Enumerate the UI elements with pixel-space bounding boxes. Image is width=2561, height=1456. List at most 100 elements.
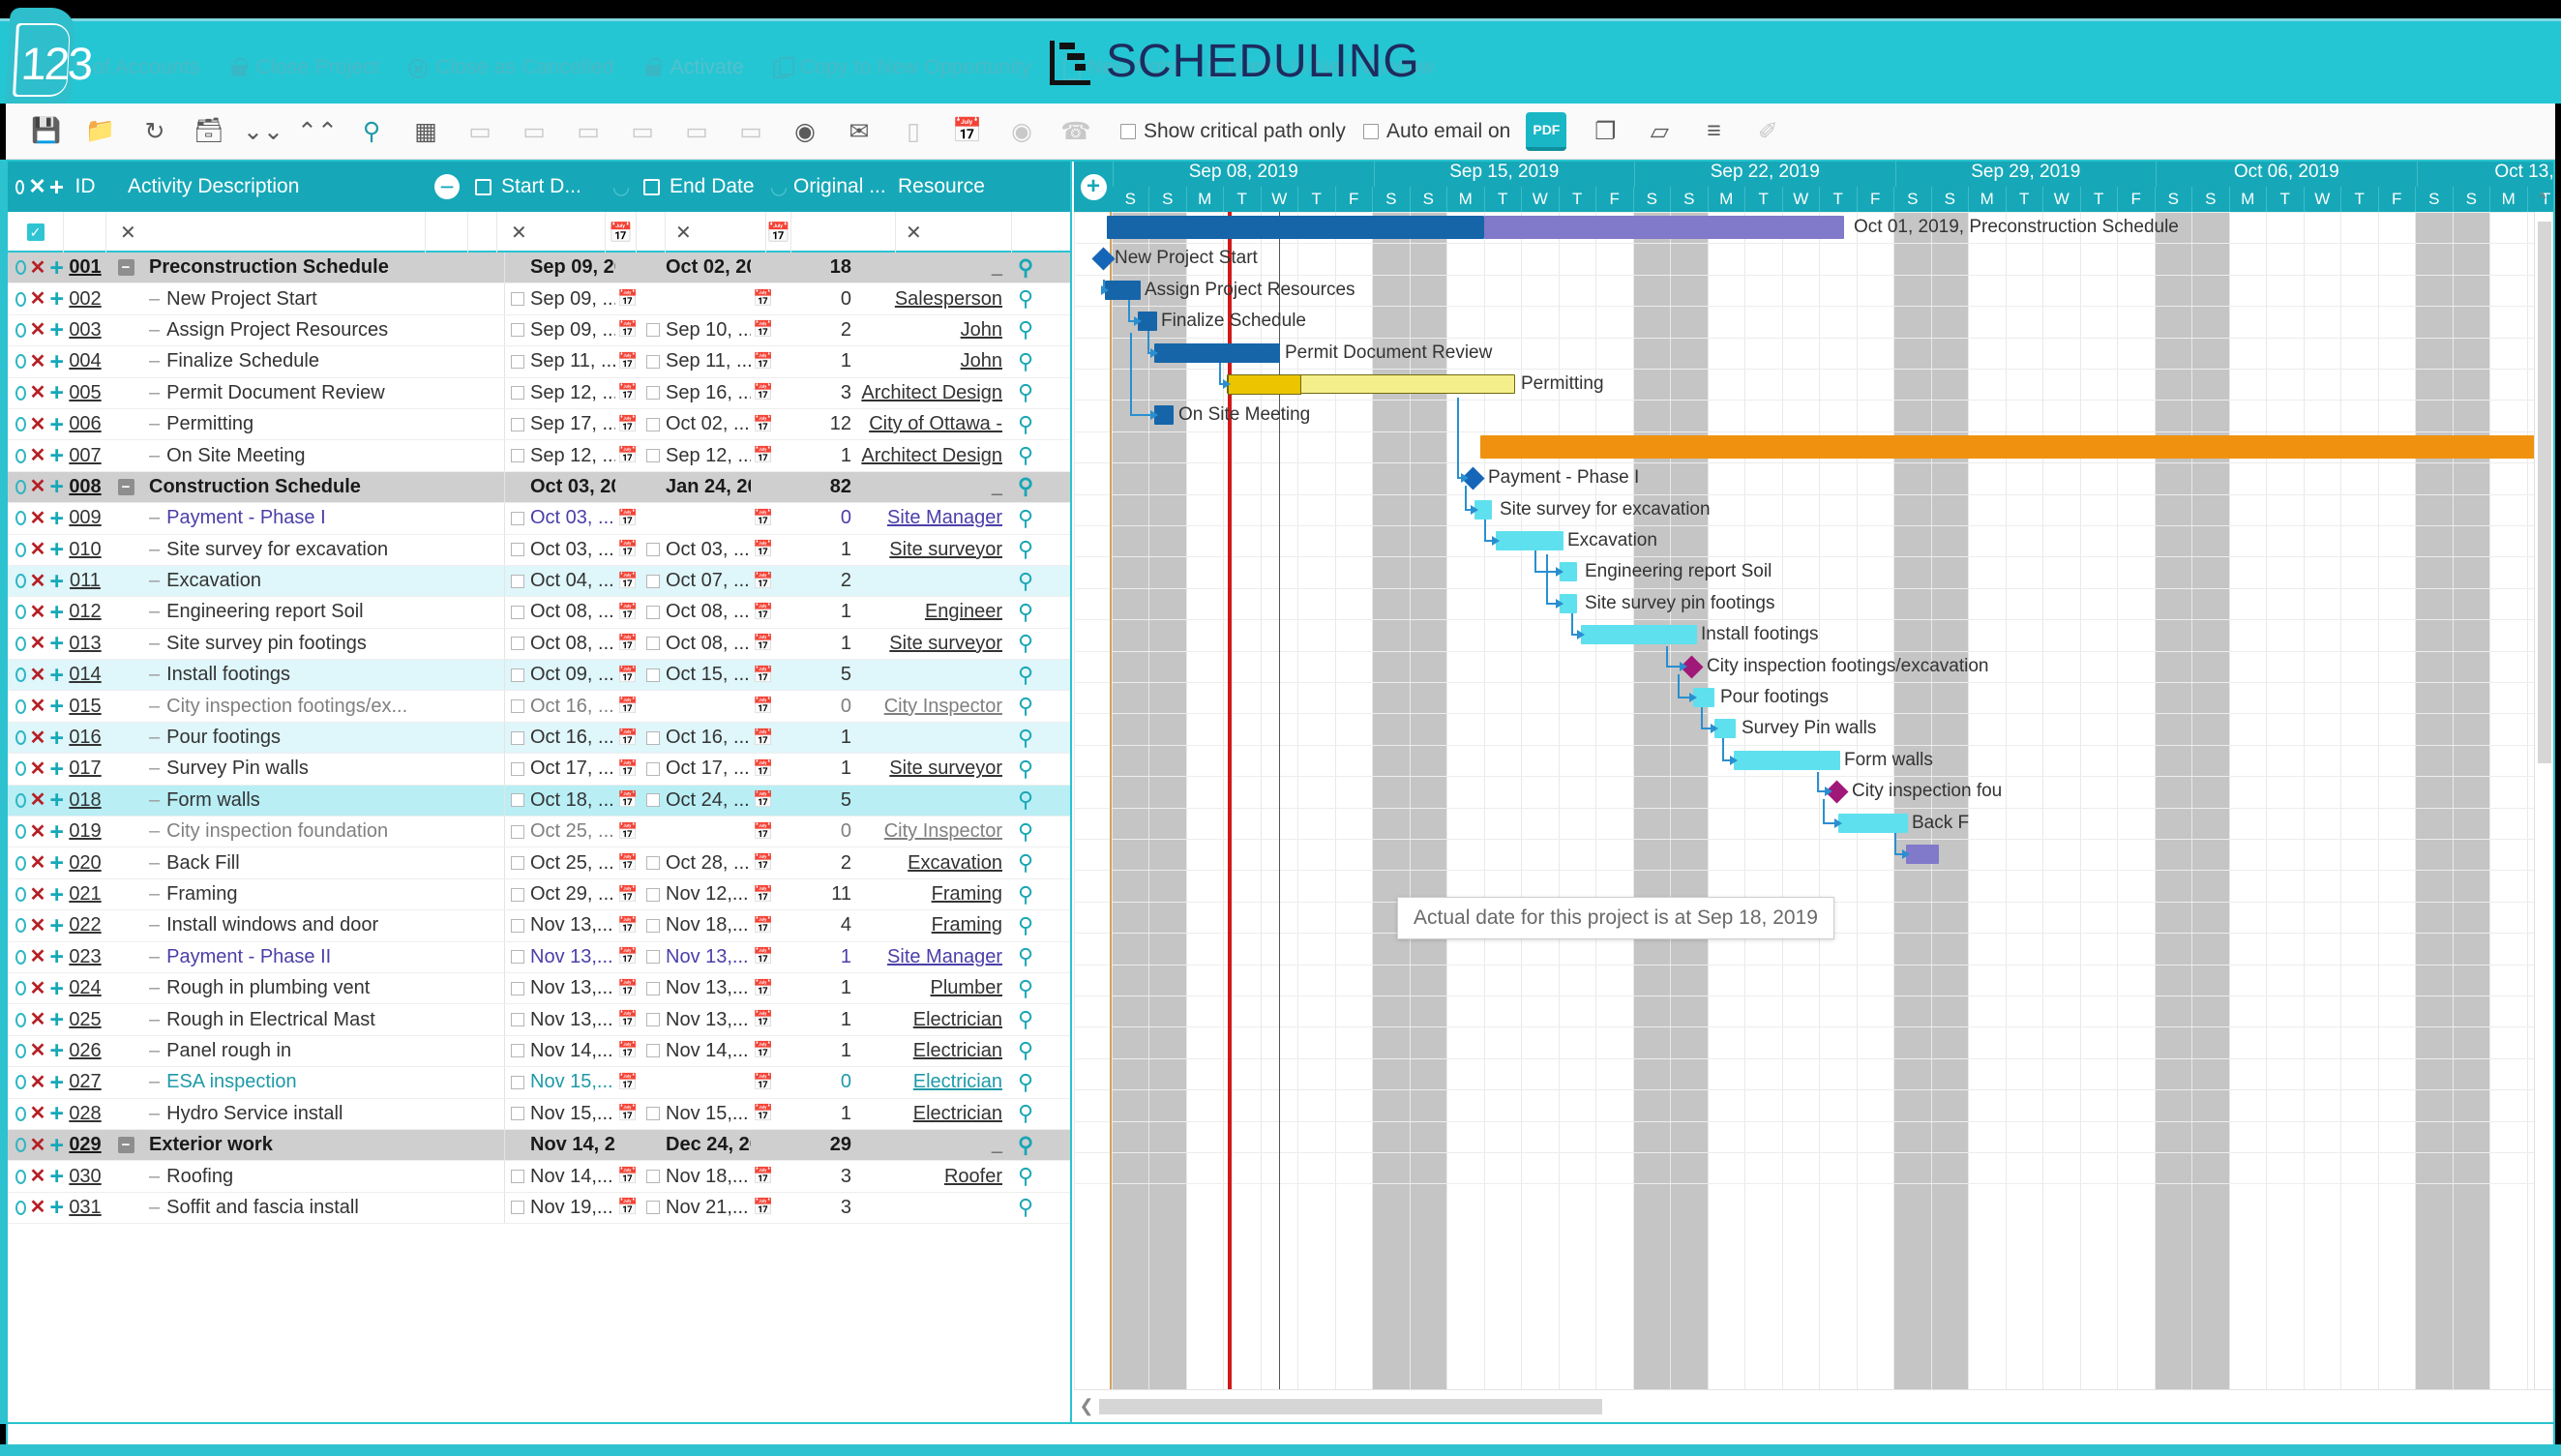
row-start-date[interactable]: Nov 13,... (530, 946, 615, 968)
row-start-date[interactable]: Oct 09, ... (530, 664, 615, 686)
table-row[interactable]: ✕ +030– Roofing Nov 14,... 📅 Nov 18,... 📅 3 Roof… (8, 1161, 1070, 1193)
row-end-checkbox[interactable] (640, 637, 666, 651)
row-end-checkbox[interactable] (640, 1107, 666, 1121)
row-delete-icon[interactable]: ✕ (30, 509, 46, 528)
row-end-date[interactable]: Oct 07, ... (666, 570, 751, 592)
row-resource[interactable]: City Inspector (861, 820, 1006, 843)
row-delete-icon[interactable]: ✕ (30, 477, 46, 496)
table-row[interactable]: ✕ +006– Permitting Sep 17, ... 📅 Oct 02, ... 📅… (8, 408, 1070, 441)
end-calendar-icon[interactable]: 📅 (751, 1010, 776, 1029)
row-id[interactable]: 014 (64, 664, 106, 686)
row-add-icon[interactable]: + (49, 600, 64, 624)
row-search-icon[interactable]: ⚲ (1006, 537, 1045, 562)
gantt-task-bar[interactable] (1734, 750, 1840, 770)
row-description[interactable]: – Framing (145, 883, 426, 906)
row-start-checkbox[interactable] (505, 417, 530, 431)
row-status-circle-icon[interactable] (15, 1075, 26, 1090)
row-start-checkbox[interactable] (505, 386, 530, 401)
table-row[interactable]: ✕ +004– Finalize Schedule Sep 11, ... 📅 Sep 1… (8, 346, 1070, 378)
row-delete-icon[interactable]: ✕ (30, 666, 46, 685)
start-calendar-icon[interactable]: 📅 (615, 1167, 640, 1186)
row-id[interactable]: 021 (64, 883, 106, 906)
row-end-date[interactable]: Nov 13,... (666, 977, 751, 999)
table-row[interactable]: ✕ +023– Payment - Phase II Nov 13,... 📅 Nov 1… (8, 941, 1070, 973)
align-icon[interactable]: ≡ (1686, 110, 1741, 153)
row-resource[interactable]: Electrician (861, 1103, 1006, 1125)
table-row[interactable]: ✕ +016– Pour footings Oct 16, ... 📅 Oct 16, .… (8, 722, 1070, 755)
row-delete-icon[interactable]: ✕ (30, 572, 46, 591)
row-add-icon[interactable]: + (49, 851, 64, 876)
row-duration[interactable]: 12 (776, 413, 861, 435)
row-resource[interactable]: John (861, 319, 1006, 342)
table-row[interactable]: ✕ +031 – Soffit and fascia install Nov 19,..… (8, 1192, 1070, 1225)
row-search-icon[interactable]: ⚲ (1006, 317, 1045, 342)
row-status-circle-icon[interactable] (15, 698, 26, 714)
row-start-checkbox[interactable] (505, 730, 530, 745)
add-row-icon[interactable]: + (49, 174, 64, 199)
row-start-date[interactable]: Nov 19,... (530, 1197, 615, 1219)
row-delete-icon[interactable]: ✕ (30, 916, 46, 936)
row-duration[interactable]: 1 (776, 539, 861, 561)
row-start-date[interactable]: Oct 03, 20... (530, 476, 615, 498)
row-add-icon[interactable]: + (49, 663, 64, 687)
row-start-date[interactable]: Sep 09, ... (530, 319, 615, 342)
row-description[interactable]: – Site survey for excavation (145, 539, 426, 561)
row-delete-icon[interactable]: ✕ (30, 352, 46, 371)
table-row[interactable]: ✕ +013 – Site survey pin footings Oct 08, ..… (8, 628, 1070, 661)
row-duration[interactable]: 1 (776, 350, 861, 372)
row-start-date[interactable]: Nov 14, 2... (530, 1134, 615, 1156)
start-calendar-icon[interactable]: 📅 (615, 446, 640, 465)
tag-half-icon[interactable]: ▭ (561, 110, 615, 153)
start-calendar-icon[interactable]: 📅 (615, 885, 640, 905)
row-end-date[interactable]: Nov 13,... (666, 946, 751, 968)
row-delete-icon[interactable]: ✕ (30, 1073, 46, 1092)
row-description[interactable]: – Form walls (145, 789, 426, 812)
start-calendar-icon[interactable]: 📅 (615, 853, 640, 873)
start-calendar-icon[interactable]: 📅 (615, 979, 640, 998)
ribbon-item-copy-to-new-opportunity[interactable]: Copy to New Opportunity (772, 56, 1031, 79)
row-resource[interactable]: _ (861, 476, 1006, 498)
table-row[interactable]: ✕ +015 – City inspection footings/ex... Oct … (8, 691, 1070, 723)
row-start-date[interactable]: Nov 13,... (530, 914, 615, 936)
row-add-icon[interactable]: + (49, 788, 64, 813)
mobile-icon[interactable]: ▯ (886, 110, 940, 153)
gantt-hscroll-thumb[interactable] (1099, 1398, 1602, 1414)
row-end-checkbox[interactable] (640, 354, 666, 369)
start-calendar-icon[interactable]: 📅 (615, 1041, 640, 1060)
table-row[interactable]: ✕ +010 – Site survey for excavation Oct 03, … (8, 534, 1070, 566)
end-calendar-icon[interactable]: 📅 (751, 320, 776, 340)
start-calendar-icon[interactable]: 📅 (615, 1198, 640, 1217)
row-search-icon[interactable]: ⚲ (1006, 349, 1045, 374)
table-row[interactable]: ✕+008−Construction Schedule Oct 03, 20...… (8, 471, 1070, 504)
row-id[interactable]: 022 (64, 914, 106, 936)
table-row[interactable]: ✕ +022 – Install windows and door Nov 13,...… (8, 910, 1070, 942)
row-start-date[interactable]: Oct 16, ... (530, 696, 615, 718)
row-delete-icon[interactable]: ✕ (30, 1198, 46, 1217)
table-row[interactable]: ✕ +025 – Rough in Electrical Mast Nov 13,...… (8, 1004, 1070, 1036)
row-end-date[interactable]: Dec 24, 20... (666, 1134, 751, 1156)
row-resource[interactable]: Engineer (861, 601, 1006, 623)
row-id[interactable]: 023 (64, 946, 106, 968)
row-description[interactable]: – City inspection foundation (145, 820, 426, 843)
row-start-date[interactable]: Oct 25, ... (530, 820, 615, 843)
row-resource[interactable]: Framing (861, 914, 1006, 936)
row-end-date[interactable]: Nov 21,... (666, 1197, 751, 1219)
copy-page-icon[interactable]: ❐ (1578, 110, 1632, 153)
row-status-circle-icon[interactable] (15, 354, 26, 370)
row-start-date[interactable]: Oct 04, ... (530, 570, 615, 592)
gantt-task-bar[interactable] (1105, 280, 1141, 300)
row-end-checkbox[interactable] (640, 793, 666, 808)
row-search-icon[interactable]: ⚲ (1006, 380, 1045, 405)
row-start-date[interactable]: Oct 03, ... (530, 507, 615, 529)
row-description[interactable]: – Payment - Phase II (145, 946, 426, 968)
row-end-date[interactable]: Oct 08, ... (666, 633, 751, 655)
row-status-circle-icon[interactable] (15, 668, 26, 683)
row-add-icon[interactable]: + (49, 726, 64, 750)
table-row[interactable]: ✕+001−Preconstruction Schedule Sep 09, 20… (8, 253, 1070, 284)
row-start-checkbox[interactable] (505, 637, 530, 651)
table-row[interactable]: ✕ +014– Install footings Oct 09, ... 📅 Oct 15… (8, 660, 1070, 692)
row-start-date[interactable]: Oct 17, ... (530, 758, 615, 780)
row-start-date[interactable]: Sep 09, 20... (530, 256, 615, 279)
row-resource[interactable]: Excavation (861, 852, 1006, 875)
row-delete-icon[interactable]: ✕ (30, 790, 46, 810)
